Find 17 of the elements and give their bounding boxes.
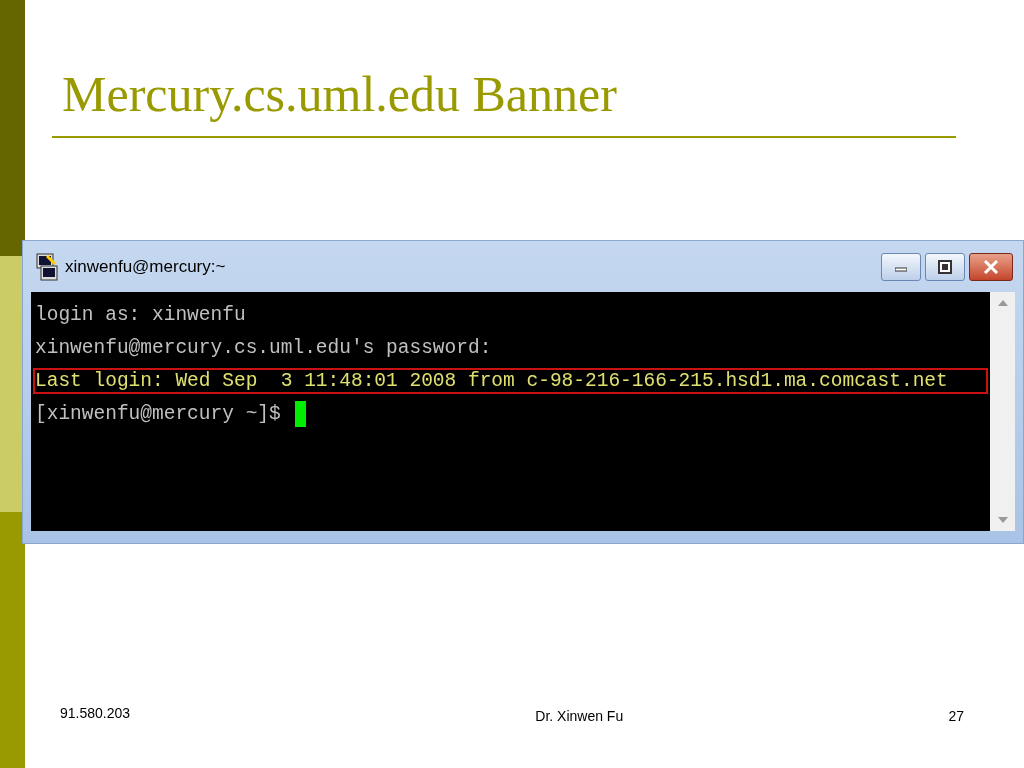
close-button[interactable] [969, 252, 1013, 281]
course-number: 91.580.203 [60, 704, 131, 723]
terminal-app-icon [35, 251, 59, 282]
terminal-line: [xinwenfu@mercury ~]$ [34, 401, 282, 427]
terminal-cursor [294, 400, 306, 427]
close-icon [983, 259, 999, 274]
slide-title: Mercury.cs.uml.edu Banner [61, 65, 617, 124]
scrollbar[interactable] [990, 292, 1015, 531]
scroll-up-icon [997, 300, 1008, 306]
page-number: 27 [948, 707, 964, 726]
maximize-icon [938, 259, 952, 274]
terminal-line: login as: xinwenfu [34, 302, 247, 328]
scroll-down-icon [997, 517, 1008, 523]
terminal-line: xinwenfu@mercury.cs.uml.edu's password: [34, 335, 493, 361]
maximize-button[interactable] [925, 252, 965, 281]
window-title: xinwenfu@mercury:~ [65, 255, 226, 278]
author-name: Dr. Xinwen Fu [535, 707, 624, 726]
